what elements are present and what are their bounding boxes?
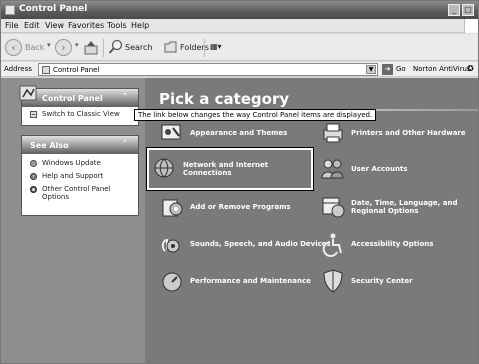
- users-icon: [321, 159, 344, 179]
- maximize-button[interactable]: □: [462, 4, 474, 16]
- add-remove-icon: [162, 199, 183, 217]
- task-pane: Control Panel ⌃ Switch to Classic View S…: [1, 78, 145, 363]
- category-label[interactable]: Date, Time, Language, and Regional Optio…: [351, 199, 479, 215]
- help-icon: ?: [30, 173, 37, 180]
- category-accessibility[interactable]: Accessibility Options: [320, 231, 433, 257]
- go-arrow-icon[interactable]: ➔: [382, 64, 393, 75]
- up-folder-icon[interactable]: [83, 40, 99, 56]
- control-panel-icon: [42, 66, 50, 74]
- category-label[interactable]: Security Center: [351, 277, 413, 285]
- windows-logo-icon: [464, 19, 478, 33]
- category-label[interactable]: Accessibility Options: [351, 240, 433, 248]
- category-date-time-regional[interactable]: Date, Time, Language, and Regional Optio…: [320, 194, 479, 220]
- category-network-connections[interactable]: Network and Internet Connections: [146, 147, 314, 191]
- category-label[interactable]: User Accounts: [351, 165, 408, 173]
- menu-view[interactable]: View: [45, 21, 64, 30]
- menu-file[interactable]: File: [5, 21, 18, 30]
- control-panel-icon: [5, 5, 15, 15]
- window-title: Control Panel: [19, 4, 88, 14]
- address-field[interactable]: Control Panel ▼: [38, 63, 378, 76]
- minimize-button[interactable]: _: [448, 4, 460, 16]
- see-also-header[interactable]: See Also ⌃: [22, 136, 138, 154]
- category-label[interactable]: Add or Remove Programs: [190, 203, 291, 211]
- toolbar-separator: [204, 39, 205, 57]
- printer-icon: [323, 123, 343, 143]
- category-label[interactable]: Appearance and Themes: [190, 129, 287, 137]
- category-printers-hardware[interactable]: Printers and Other Hardware: [320, 120, 466, 146]
- options-icon: [30, 186, 37, 193]
- category-label[interactable]: Performance and Maintenance: [190, 277, 311, 285]
- category-performance-maintenance[interactable]: Performance and Maintenance: [159, 268, 311, 294]
- sound-icon: [161, 238, 180, 253]
- other-options-label[interactable]: Other Control Panel Options: [42, 185, 111, 201]
- performance-icon: [162, 272, 182, 292]
- switch-classic-view-link[interactable]: Switch to Classic View: [22, 107, 138, 120]
- forward-dropdown-icon[interactable]: ▾: [75, 41, 79, 49]
- back-dropdown-icon[interactable]: ▾: [47, 41, 51, 49]
- switch-classic-view-label[interactable]: Switch to Classic View: [42, 110, 120, 118]
- see-also-title: See Also: [30, 141, 69, 150]
- control-panel-box: Control Panel ⌃ Switch to Classic View: [19, 85, 139, 126]
- other-options-link[interactable]: Other Control Panel Options: [22, 182, 138, 203]
- views-button[interactable]: ▦▾: [210, 42, 222, 51]
- toolbar-separator: [103, 39, 104, 57]
- category-label[interactable]: Network and Internet Connections: [183, 161, 306, 177]
- shield-icon: [323, 269, 343, 293]
- folders-icon[interactable]: [163, 39, 179, 55]
- category-label[interactable]: Sounds, Speech, and Audio Devices: [190, 240, 331, 248]
- control-panel-window: Control Panel _ □ File Edit View Favorit…: [0, 0, 479, 364]
- windows-update-label[interactable]: Windows Update: [42, 159, 101, 167]
- back-arrow-icon[interactable]: ‹: [5, 39, 22, 56]
- network-icon: [154, 158, 174, 178]
- toolbar: ‹ Back ▾ › ▾ Search Folders ▦▾: [1, 34, 478, 61]
- classic-view-icon: [30, 111, 37, 118]
- category-sounds-audio[interactable]: Sounds, Speech, and Audio Devices: [159, 231, 331, 257]
- address-dropdown-icon[interactable]: ▼: [366, 65, 376, 74]
- search-button-label[interactable]: Search: [125, 43, 152, 52]
- go-button[interactable]: Go: [396, 65, 406, 73]
- category-user-accounts[interactable]: User Accounts: [320, 156, 408, 182]
- address-value[interactable]: Control Panel: [53, 66, 99, 74]
- category-add-remove-programs[interactable]: Add or Remove Programs: [159, 194, 291, 220]
- collapse-chevron-icon[interactable]: ⌃: [122, 139, 132, 149]
- category-security-center[interactable]: Security Center: [320, 268, 413, 294]
- control-panel-box-header[interactable]: Control Panel ⌃: [19, 85, 138, 107]
- appearance-icon: [161, 124, 181, 140]
- menu-help[interactable]: Help: [131, 21, 149, 30]
- title-bar[interactable]: Control Panel _ □: [1, 1, 478, 19]
- category-appearance-themes[interactable]: Appearance and Themes: [159, 120, 287, 146]
- accessibility-icon: [322, 233, 342, 257]
- help-support-label[interactable]: Help and Support: [42, 172, 103, 180]
- see-also-box: See Also ⌃ Windows Update ? Help and Sup…: [21, 135, 139, 216]
- category-label[interactable]: Printers and Other Hardware: [351, 129, 466, 137]
- page-title: Pick a category: [159, 90, 290, 108]
- address-label: Address: [4, 65, 32, 73]
- help-support-link[interactable]: ? Help and Support: [22, 169, 138, 182]
- norton-icon[interactable]: ✪: [467, 64, 474, 73]
- control-panel-icon: [19, 85, 37, 101]
- menu-edit[interactable]: Edit: [24, 21, 40, 30]
- norton-antivirus-button[interactable]: Norton AntiVirus: [413, 65, 471, 73]
- back-button-label[interactable]: Back: [25, 43, 44, 52]
- control-panel-box-title: Control Panel: [42, 94, 103, 103]
- windows-update-icon: [30, 160, 37, 167]
- forward-arrow-icon[interactable]: ›: [55, 39, 72, 56]
- address-bar: Address Control Panel ▼ ➔ Go Norton Anti…: [1, 62, 478, 77]
- menu-bar: File Edit View Favorites Tools Help: [1, 19, 478, 33]
- search-icon[interactable]: [108, 39, 124, 55]
- windows-update-link[interactable]: Windows Update: [22, 156, 138, 169]
- menu-tools[interactable]: Tools: [107, 21, 127, 30]
- calendar-icon: [322, 197, 345, 218]
- switch-view-tooltip: The link below changes the way Control P…: [134, 109, 377, 121]
- menu-favorites[interactable]: Favorites: [68, 21, 104, 30]
- collapse-chevron-icon[interactable]: ⌃: [122, 92, 132, 102]
